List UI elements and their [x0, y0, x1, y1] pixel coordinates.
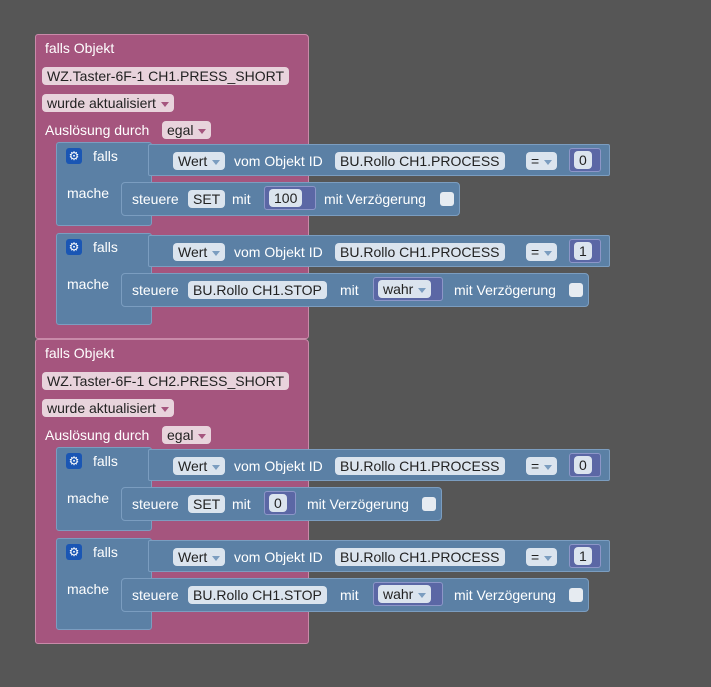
compare-value[interactable]: 0 [574, 151, 592, 169]
action-block[interactable]: steuere SET mit 100 mit Verzögerung [121, 182, 460, 216]
value-field-dropdown[interactable]: Wert [173, 243, 226, 261]
action-block[interactable]: steuere SET mit 0 mit Verzögerung [121, 487, 442, 521]
condition-block[interactable]: Wert vom Objekt ID BU.Rollo CH1.PROCESS … [148, 144, 610, 176]
condition-object-field[interactable]: BU.Rollo CH1.PROCESS [335, 243, 505, 261]
condition-object-field[interactable]: BU.Rollo CH1.PROCESS [335, 548, 505, 566]
event-header: falls Objekt [45, 40, 115, 56]
value-field-dropdown[interactable]: Wert [173, 548, 226, 566]
object-id-label: vom Objekt ID [234, 153, 323, 169]
trigger-dropdown[interactable]: egal [162, 426, 212, 444]
gear-icon[interactable]: ⚙ [66, 544, 82, 560]
operator-dropdown[interactable]: = [526, 243, 558, 261]
number-block[interactable]: 1 [569, 544, 601, 568]
action-block[interactable]: steuere BU.Rollo CH1.STOP mit wahr mit V… [121, 578, 589, 612]
object-id-label: vom Objekt ID [234, 458, 323, 474]
object-id-field[interactable]: WZ.Taster-6F-1 CH2.PRESS_SHORT [42, 372, 290, 390]
if-label: falls [93, 148, 118, 164]
boolean-dropdown[interactable]: wahr [378, 585, 432, 603]
control-verb: steuere [132, 587, 179, 603]
number-block[interactable]: 100 [264, 186, 316, 210]
event-header: falls Objekt [45, 345, 115, 361]
gear-icon[interactable]: ⚙ [66, 148, 82, 164]
do-label: mache [67, 490, 110, 506]
delay-label: mit Verzögerung [307, 496, 409, 512]
delay-label: mit Verzögerung [454, 587, 556, 603]
number-block[interactable]: 1 [569, 239, 601, 263]
value-field-dropdown[interactable]: Wert [173, 152, 226, 170]
do-label: mache [67, 276, 110, 292]
delay-label: mit Verzögerung [324, 191, 426, 207]
checkbox-icon[interactable] [422, 497, 436, 511]
condition-object-field[interactable]: BU.Rollo CH1.PROCESS [335, 152, 505, 170]
boolean-block[interactable]: wahr [373, 582, 443, 606]
checkbox-icon[interactable] [440, 192, 454, 206]
if-label: falls [93, 453, 118, 469]
trigger-label: Auslösung durch [45, 122, 150, 138]
control-verb: steuere [132, 282, 179, 298]
with-label: mit [232, 191, 251, 207]
object-id-label: vom Objekt ID [234, 244, 323, 260]
do-label: mache [67, 581, 110, 597]
operator-dropdown[interactable]: = [526, 457, 558, 475]
control-verb: steuere [132, 496, 179, 512]
compare-value[interactable]: 1 [574, 547, 592, 565]
if-label: falls [93, 239, 118, 255]
with-label: mit [232, 496, 251, 512]
trigger-dropdown[interactable]: egal [162, 121, 212, 139]
condition-object-field[interactable]: BU.Rollo CH1.PROCESS [335, 457, 505, 475]
event-dropdown[interactable]: wurde aktualisiert [42, 399, 174, 417]
with-label: mit [340, 587, 359, 603]
number-block[interactable]: 0 [569, 148, 601, 172]
compare-value[interactable]: 0 [574, 456, 592, 474]
checkbox-icon[interactable] [569, 283, 583, 297]
if-label: falls [93, 544, 118, 560]
control-target-field[interactable]: BU.Rollo CH1.STOP [188, 281, 327, 299]
object-id-label: vom Objekt ID [234, 549, 323, 565]
action-block[interactable]: steuere BU.Rollo CH1.STOP mit wahr mit V… [121, 273, 589, 307]
do-label: mache [67, 185, 110, 201]
trigger-label: Auslösung durch [45, 427, 150, 443]
operator-dropdown[interactable]: = [526, 548, 558, 566]
gear-icon[interactable]: ⚙ [66, 239, 82, 255]
boolean-dropdown[interactable]: wahr [378, 280, 432, 298]
gear-icon[interactable]: ⚙ [66, 453, 82, 469]
condition-block[interactable]: Wert vom Objekt ID BU.Rollo CH1.PROCESS … [148, 235, 610, 267]
compare-value[interactable]: 1 [574, 242, 592, 260]
boolean-block[interactable]: wahr [373, 277, 443, 301]
event-dropdown[interactable]: wurde aktualisiert [42, 94, 174, 112]
control-target-field[interactable]: SET [188, 495, 226, 513]
object-id-field[interactable]: WZ.Taster-6F-1 CH1.PRESS_SHORT [42, 67, 290, 85]
value-field-dropdown[interactable]: Wert [173, 457, 226, 475]
with-label: mit [340, 282, 359, 298]
delay-label: mit Verzögerung [454, 282, 556, 298]
operator-dropdown[interactable]: = [526, 152, 558, 170]
checkbox-icon[interactable] [569, 588, 583, 602]
condition-block[interactable]: Wert vom Objekt ID BU.Rollo CH1.PROCESS … [148, 449, 610, 481]
condition-block[interactable]: Wert vom Objekt ID BU.Rollo CH1.PROCESS … [148, 540, 610, 572]
number-block[interactable]: 0 [264, 491, 296, 515]
control-target-field[interactable]: SET [188, 190, 226, 208]
control-value[interactable]: 0 [269, 494, 287, 512]
number-block[interactable]: 0 [569, 453, 601, 477]
control-verb: steuere [132, 191, 179, 207]
control-value[interactable]: 100 [269, 189, 303, 207]
control-target-field[interactable]: BU.Rollo CH1.STOP [188, 586, 327, 604]
